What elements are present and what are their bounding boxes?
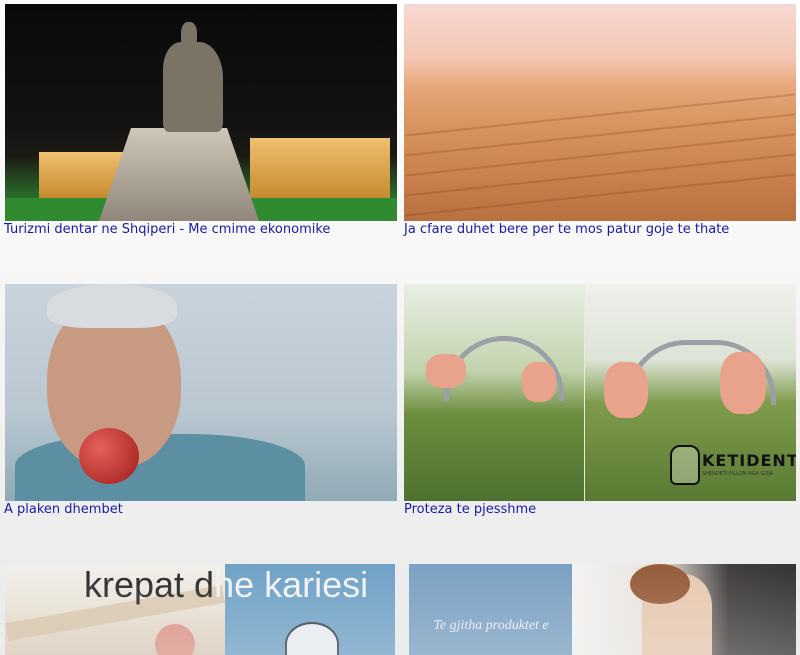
article-thumbnail-3[interactable] [5, 284, 397, 501]
logo-text: KETIDENT [702, 451, 796, 470]
heading-light-part: he kariesi [214, 564, 369, 605]
heading-dark-part: krepat d [84, 564, 215, 605]
article-thumbnail-8[interactable] [572, 564, 796, 655]
promo-text: Te gjitha produktet e [433, 618, 549, 633]
article-thumbnail-7[interactable] [409, 564, 572, 655]
logo-tagline: SHENDETI FILLON NGA GOJA [702, 471, 774, 477]
tooth-icon [670, 445, 700, 485]
bottom-article-heading: krepat dhe kariesi [84, 564, 368, 606]
article-title-2[interactable]: Ja cfare duhet bere per te mos patur goj… [404, 222, 729, 238]
article-thumbnail-1[interactable] [5, 4, 397, 221]
article-title-4[interactable]: Proteza te pjesshme [404, 502, 536, 518]
ketident-logo: KETIDENT SHENDETI FILLON NGA GOJA [670, 445, 796, 485]
article-thumbnail-4[interactable]: KETIDENT SHENDETI FILLON NGA GOJA [404, 284, 796, 501]
article-thumbnail-2[interactable] [404, 4, 796, 221]
article-title-1[interactable]: Turizmi dentar ne Shqiperi - Me cmime ek… [4, 222, 330, 238]
article-title-3[interactable]: A plaken dhembet [4, 502, 123, 518]
